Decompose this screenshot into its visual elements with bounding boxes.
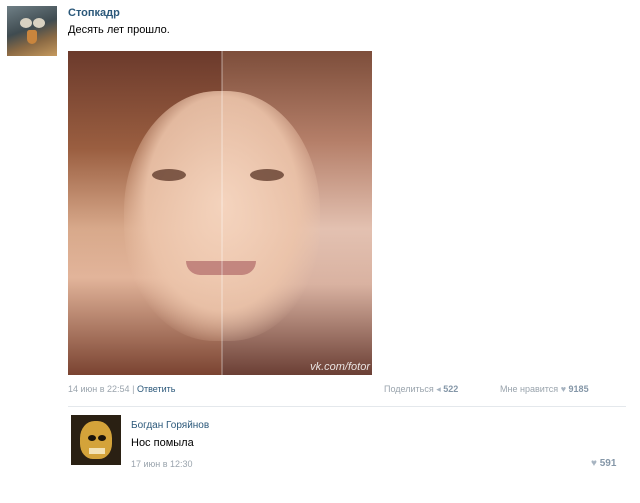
post-author-avatar[interactable] — [7, 6, 57, 56]
comment-separator — [68, 406, 626, 407]
post-meta: 14 июн в 22:54 | Ответить — [68, 384, 175, 394]
share-label[interactable]: Поделиться — [384, 384, 434, 394]
avatar-teeth — [89, 448, 105, 454]
post-author-name[interactable]: Стопкадр — [68, 7, 120, 19]
avatar-eye-left — [88, 435, 96, 441]
like-label[interactable]: Мне нравится — [500, 384, 558, 394]
comment-date[interactable]: 17 июн в 12:30 — [131, 459, 193, 469]
share-count: 522 — [443, 384, 459, 394]
comment-like-control[interactable]: ♥ 591 — [591, 458, 616, 469]
post-date[interactable]: 14 июн в 22:54 — [68, 384, 130, 394]
comment-like-count: 591 — [599, 458, 617, 469]
heart-icon[interactable]: ♥ — [591, 458, 597, 469]
meta-divider: | — [132, 384, 135, 394]
heart-icon[interactable]: ♥ — [561, 384, 566, 394]
avatar-eye-right — [33, 18, 45, 28]
photo-split-line — [221, 51, 223, 375]
like-control[interactable]: Мне нравится ♥ 9185 — [500, 384, 589, 394]
like-count: 9185 — [568, 384, 589, 394]
share-control[interactable]: Поделиться ◂ 522 — [384, 384, 458, 395]
reply-link[interactable]: Ответить — [137, 384, 175, 394]
comment-text: Нос помыла — [131, 437, 194, 449]
avatar-eye-right — [98, 435, 106, 441]
photo-eye-right — [250, 169, 284, 181]
avatar-beak — [27, 30, 37, 44]
photo-eye-left — [152, 169, 186, 181]
photo-watermark: vk.com/fotor — [310, 361, 370, 373]
post-photo[interactable]: vk.com/fotor — [68, 51, 372, 375]
megaphone-icon: ◂ — [436, 384, 441, 394]
post-text: Десять лет прошло. — [68, 24, 170, 36]
comment-author-avatar[interactable] — [71, 415, 121, 465]
comment-author-name[interactable]: Богдан Горяйнов — [131, 420, 209, 431]
avatar-eye-left — [20, 18, 32, 28]
